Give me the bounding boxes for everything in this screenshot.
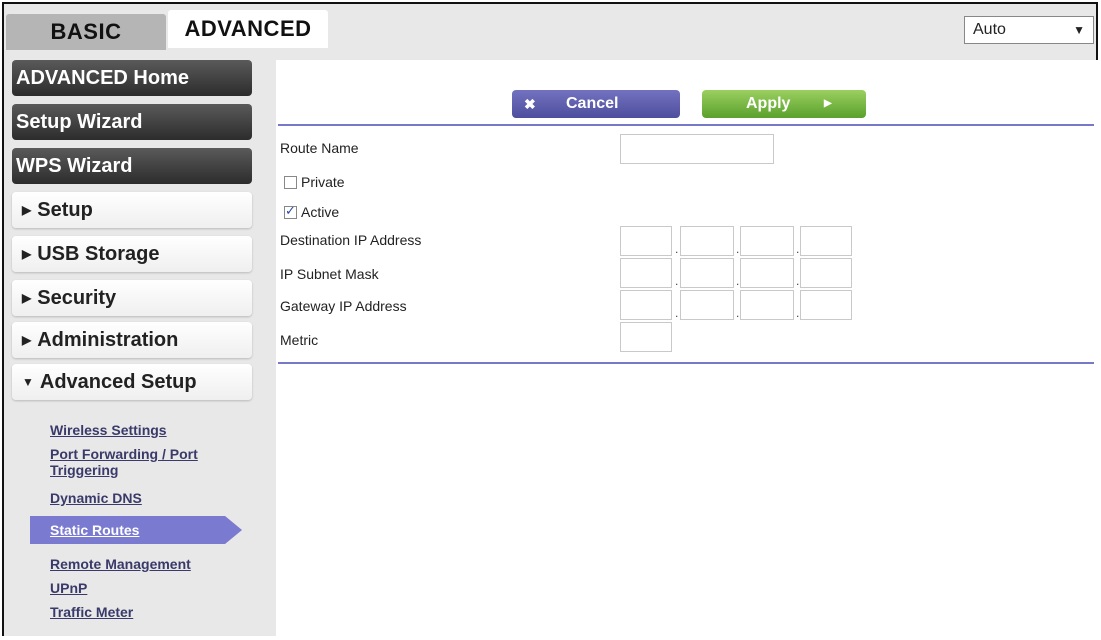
subnet-mask-octet-3[interactable] [740, 258, 794, 288]
sidebar-item-security[interactable]: ▶ Security [12, 280, 252, 316]
active-label: Active [301, 204, 340, 220]
chevron-down-icon: ▼ [1073, 23, 1085, 37]
sublink-upnp[interactable]: UPnP [50, 580, 87, 596]
router-admin-frame: BASIC ADVANCED Auto ▼ ADVANCED Home Setu… [2, 2, 1098, 640]
sidebar-item-advanced-setup[interactable]: ▼ Advanced Setup [12, 364, 252, 400]
sidebar: ADVANCED Home Setup Wizard WPS Wizard ▶ S… [12, 60, 272, 640]
octet-separator: . [736, 306, 740, 320]
language-select[interactable]: Auto ▼ [964, 16, 1094, 44]
destination-ip-octet-2[interactable] [680, 226, 734, 256]
caret-right-icon: ▶ [824, 98, 832, 109]
octet-separator: . [675, 274, 679, 288]
destination-ip-octet-3[interactable] [740, 226, 794, 256]
caret-right-icon: ▶ [22, 291, 32, 305]
gateway-ip-octet-4[interactable] [800, 290, 852, 320]
sidebar-item-label: Setup [37, 199, 93, 221]
caret-down-icon: ▼ [22, 375, 34, 389]
sidebar-item-label: USB Storage [37, 243, 160, 265]
octet-separator: . [796, 242, 800, 256]
octet-separator: . [675, 242, 679, 256]
sublink-dynamic-dns[interactable]: Dynamic DNS [50, 490, 142, 506]
destination-ip-octet-1[interactable] [620, 226, 672, 256]
subnet-mask-label: IP Subnet Mask [280, 266, 379, 282]
octet-separator: . [736, 242, 740, 256]
sidebar-item-usb-storage[interactable]: ▶ USB Storage [12, 236, 252, 272]
private-checkbox[interactable] [284, 176, 297, 189]
metric-input[interactable] [620, 322, 672, 352]
tab-advanced[interactable]: ADVANCED [168, 10, 328, 48]
tab-basic[interactable]: BASIC [6, 14, 166, 50]
metric-label: Metric [280, 332, 319, 348]
subnet-mask-octet-2[interactable] [680, 258, 734, 288]
sidebar-item-label: Security [37, 287, 117, 309]
sublink-wireless-settings[interactable]: Wireless Settings [50, 422, 167, 438]
private-label: Private [301, 174, 345, 190]
sublink-remote-management[interactable]: Remote Management [50, 556, 191, 572]
gateway-ip-octet-1[interactable] [620, 290, 672, 320]
route-name-input[interactable] [620, 134, 774, 164]
sublink-static-routes[interactable]: Static Routes [30, 516, 242, 544]
sidebar-advanced-home[interactable]: ADVANCED Home [12, 60, 252, 96]
octet-separator: . [675, 306, 679, 320]
apply-button-label: Apply [746, 95, 791, 112]
close-icon: ✖ [524, 96, 536, 112]
cancel-button-label: Cancel [566, 95, 619, 112]
active-checkbox[interactable] [284, 203, 297, 219]
gateway-ip-octet-3[interactable] [740, 290, 794, 320]
active-row: Active [284, 203, 340, 220]
sublink-traffic-meter[interactable]: Traffic Meter [50, 604, 133, 620]
destination-ip-label: Destination IP Address [280, 232, 422, 248]
destination-ip-octet-4[interactable] [800, 226, 852, 256]
cancel-button[interactable]: ✖ Cancel [512, 90, 680, 118]
octet-separator: . [736, 274, 740, 288]
divider-bottom [278, 362, 1094, 364]
sidebar-item-administration[interactable]: ▶ Administration [12, 322, 252, 358]
subnet-mask-octet-1[interactable] [620, 258, 672, 288]
gateway-ip-label: Gateway IP Address [280, 298, 407, 314]
sidebar-item-label: Administration [37, 329, 179, 351]
caret-right-icon: ▶ [22, 247, 32, 261]
language-select-value: Auto [973, 21, 1006, 38]
sublink-port-forwarding[interactable]: Port Forwarding / Port Triggering [50, 446, 230, 478]
sidebar-wps-wizard[interactable]: WPS Wizard [12, 148, 252, 184]
caret-right-icon: ▶ [22, 333, 32, 347]
main-panel: ✖ Cancel Apply ▶ Route Name Private Acti… [276, 60, 1098, 640]
apply-button[interactable]: Apply ▶ [702, 90, 866, 118]
subnet-mask-octet-4[interactable] [800, 258, 852, 288]
divider-top [278, 124, 1094, 126]
private-row: Private [284, 174, 345, 190]
gateway-ip-octet-2[interactable] [680, 290, 734, 320]
sidebar-setup-wizard[interactable]: Setup Wizard [12, 104, 252, 140]
caret-right-icon: ▶ [22, 203, 32, 217]
sidebar-item-label: Advanced Setup [39, 371, 197, 393]
route-name-label: Route Name [280, 140, 359, 156]
sidebar-item-setup[interactable]: ▶ Setup [12, 192, 252, 228]
octet-separator: . [796, 274, 800, 288]
octet-separator: . [796, 306, 800, 320]
